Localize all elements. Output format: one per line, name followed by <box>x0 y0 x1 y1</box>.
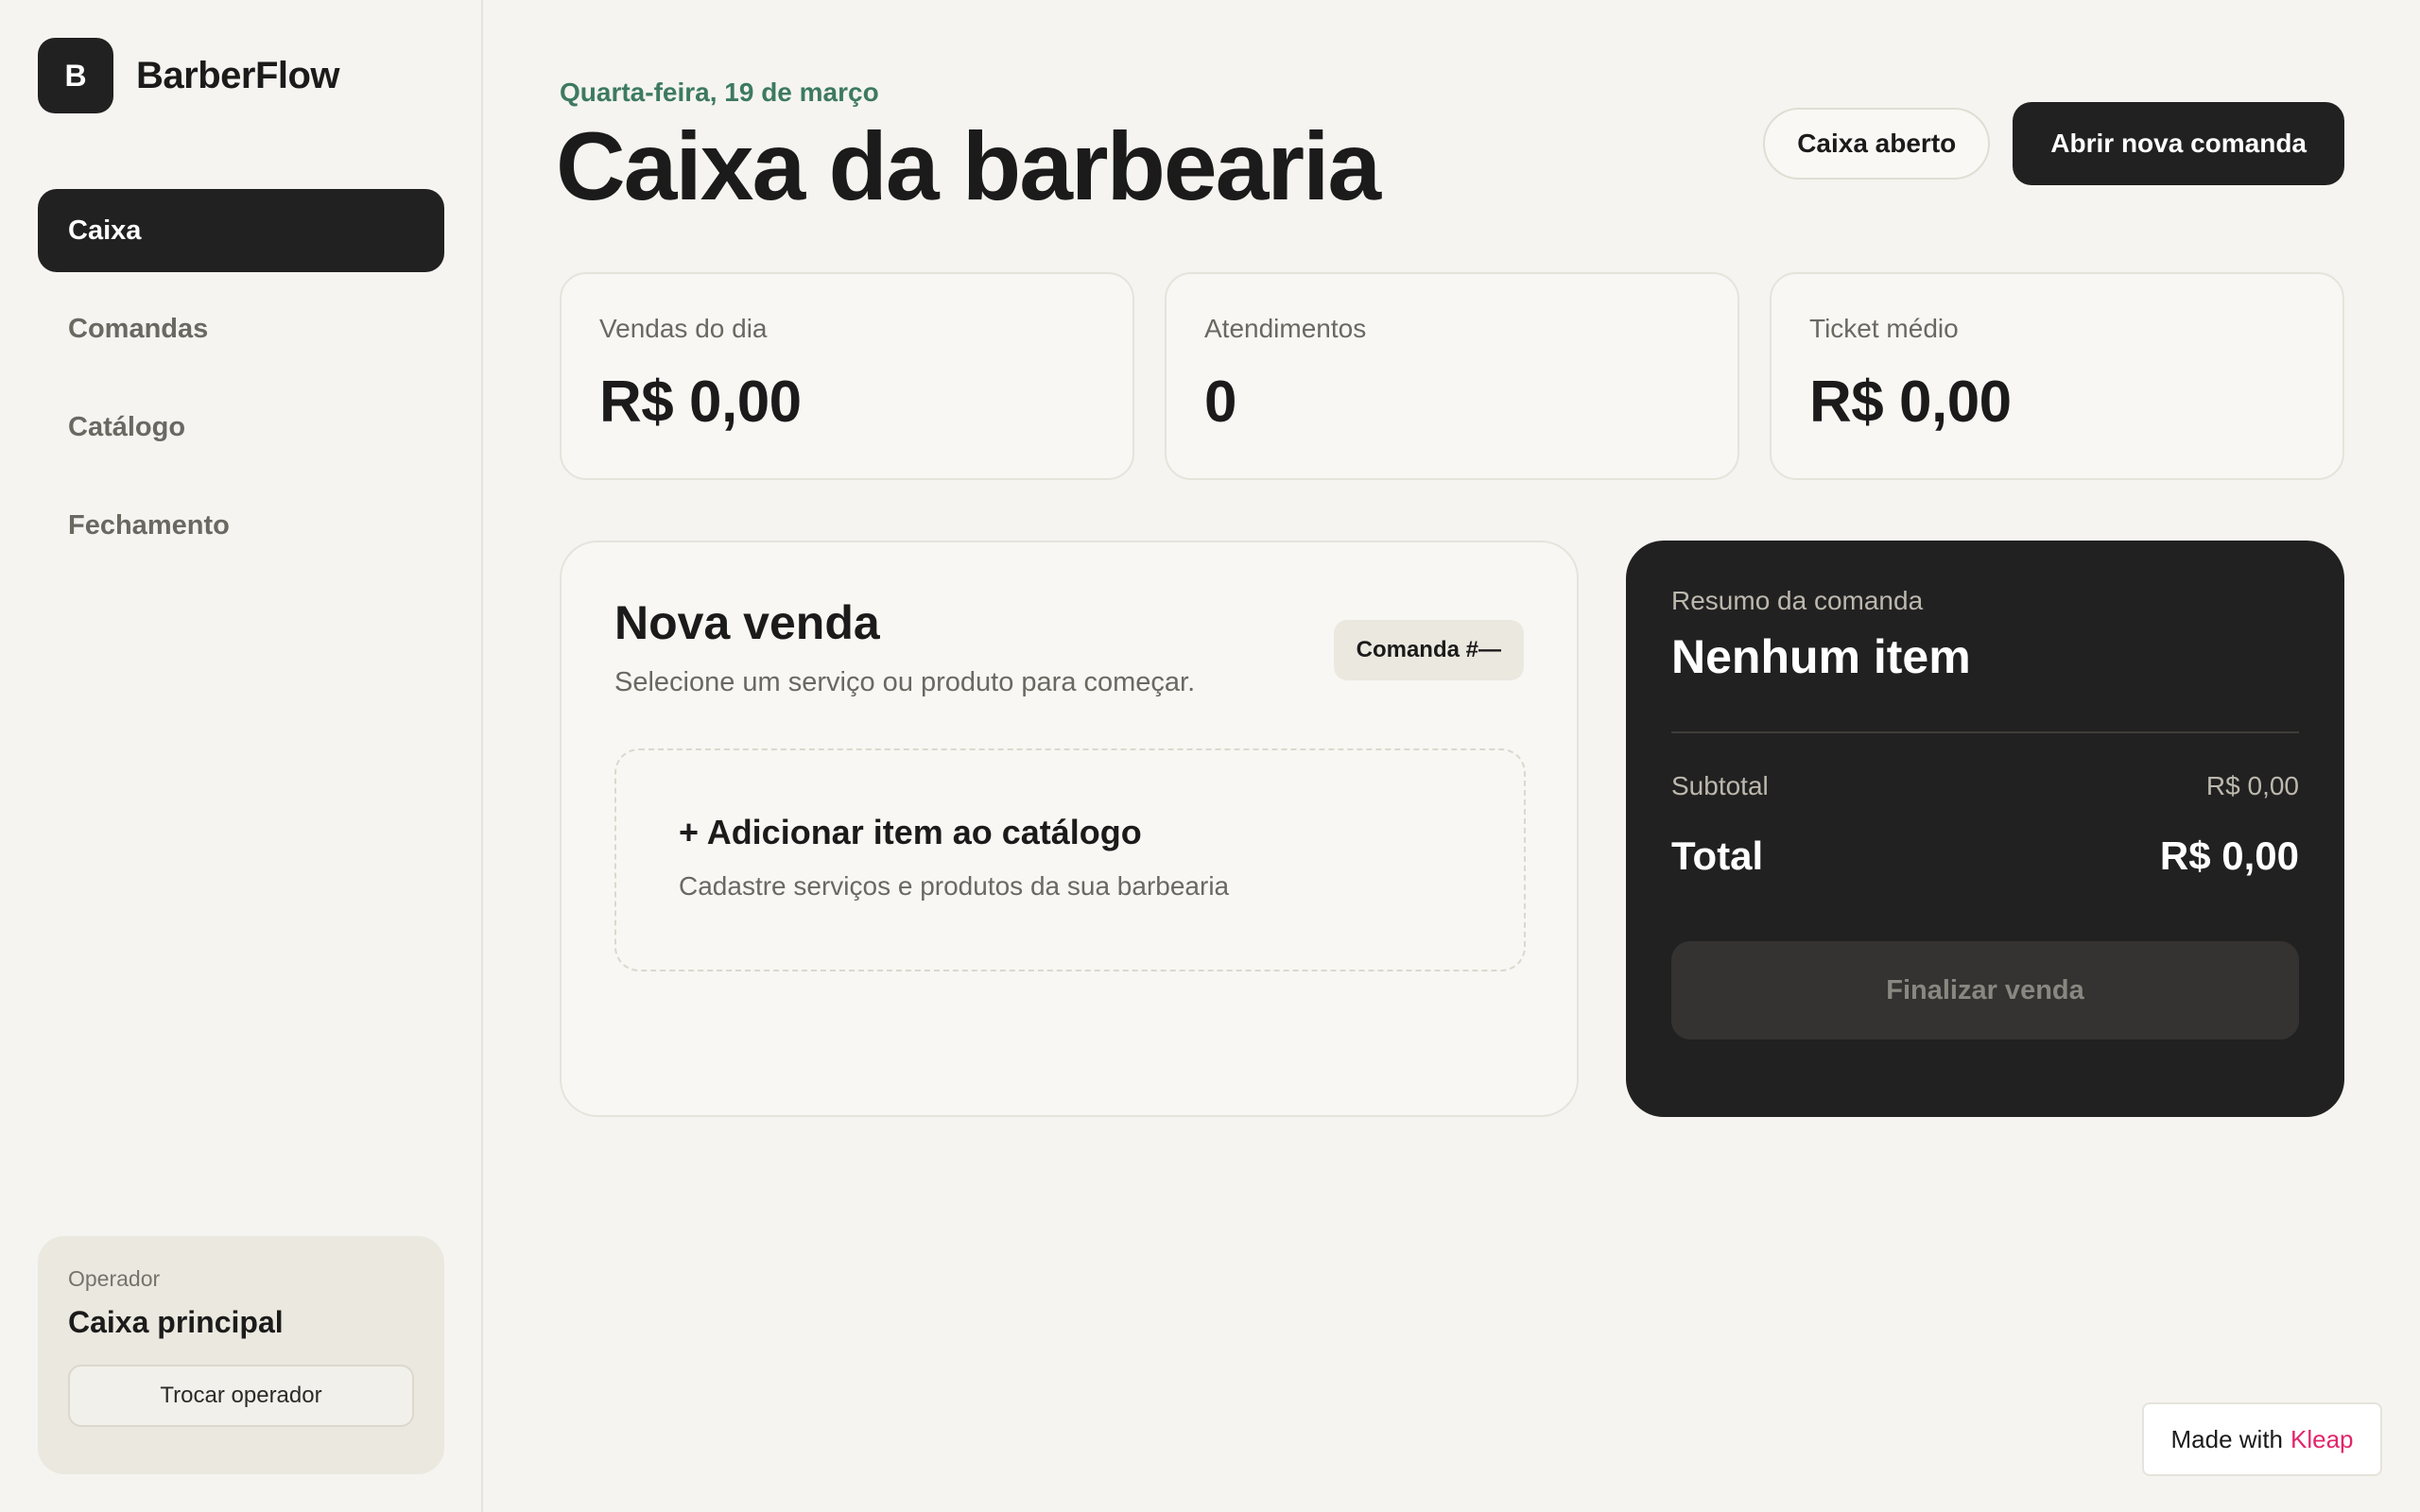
subtotal-value: R$ 0,00 <box>2205 771 2299 800</box>
sidebar-item-caixa[interactable]: Caixa <box>38 189 444 272</box>
brand-logo-icon: B <box>38 38 113 113</box>
header-actions: Caixa aberto Abrir nova comanda <box>1763 102 2344 185</box>
new-sale-subtitle: Selecione um serviço ou produto para com… <box>614 667 1196 697</box>
order-summary-title: Nenhum item <box>1671 630 1971 683</box>
sidebar-item-comandas[interactable]: Comandas <box>38 287 444 370</box>
open-new-order-button[interactable]: Abrir nova comanda <box>2013 102 2344 185</box>
badge-prefix: Made with <box>2170 1424 2284 1453</box>
order-number-badge: Comanda #— <box>1333 620 1524 680</box>
stat-card-average-ticket: Ticket médio R$ 0,00 <box>1770 272 2344 480</box>
operator-card: Operador Caixa principal Trocar operador <box>38 1236 444 1474</box>
stat-card-sales: Vendas do dia R$ 0,00 <box>560 272 1134 480</box>
add-catalog-item-subtitle: Cadastre serviços e produtos da sua barb… <box>679 871 1230 901</box>
switch-operator-button[interactable]: Trocar operador <box>68 1365 414 1427</box>
total-label: Total <box>1671 833 1764 878</box>
operator-name: Caixa principal <box>68 1305 284 1339</box>
made-with-kleap-badge[interactable]: Made with Kleap <box>2142 1402 2382 1476</box>
page-title: Caixa da barbearia <box>556 112 1381 220</box>
sidebar-item-catalogo[interactable]: Catálogo <box>38 386 444 469</box>
sidebar-item-fechamento[interactable]: Fechamento <box>38 484 444 567</box>
divider <box>1671 731 2299 733</box>
operator-label: Operador <box>68 1266 161 1291</box>
add-catalog-item-button[interactable]: + Adicionar item ao catálogo Cadastre se… <box>614 748 1526 971</box>
main-content: Quarta-feira, 19 de março Caixa da barbe… <box>556 0 2344 1512</box>
sidebar-nav: Caixa Comandas Catálogo Fechamento <box>38 189 444 582</box>
stat-label: Atendimentos <box>1204 314 1367 343</box>
stat-value: R$ 0,00 <box>1809 369 2012 435</box>
stat-value: 0 <box>1204 369 1236 435</box>
new-sale-card: Nova venda Selecione um serviço ou produ… <box>560 541 1579 1117</box>
register-status-pill[interactable]: Caixa aberto <box>1763 108 1991 180</box>
subtotal-row: Subtotal R$ 0,00 <box>1671 771 2299 801</box>
stat-label: Ticket médio <box>1809 314 1959 343</box>
stat-card-appointments: Atendimentos 0 <box>1165 272 1739 480</box>
current-date: Quarta-feira, 19 de março <box>560 77 879 107</box>
stat-value: R$ 0,00 <box>599 369 802 435</box>
total-value: R$ 0,00 <box>2159 833 2299 878</box>
brand[interactable]: B BarberFlow <box>38 38 340 113</box>
subtotal-label: Subtotal <box>1671 771 1769 800</box>
order-summary-card: Resumo da comanda Nenhum item Subtotal R… <box>1626 541 2344 1117</box>
total-row: Total R$ 0,00 <box>1671 833 2299 879</box>
badge-brand: Kleap <box>2290 1424 2354 1453</box>
sidebar: B BarberFlow Caixa Comandas Catálogo Fec… <box>0 0 483 1512</box>
add-catalog-item-title: + Adicionar item ao catálogo <box>679 813 1142 851</box>
finish-sale-button[interactable]: Finalizar venda <box>1671 941 2299 1040</box>
stat-label: Vendas do dia <box>599 314 768 343</box>
order-summary-label: Resumo da comanda <box>1671 586 1924 615</box>
stats-row: Vendas do dia R$ 0,00 Atendimentos 0 Tic… <box>560 272 2344 480</box>
brand-name: BarberFlow <box>136 54 340 96</box>
new-sale-title: Nova venda <box>614 596 880 649</box>
